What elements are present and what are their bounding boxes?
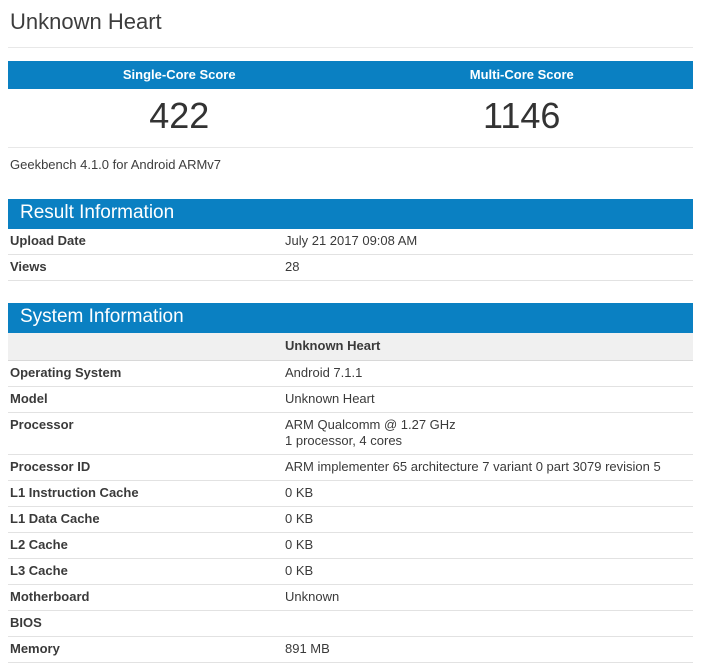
row-label: Memory — [8, 636, 283, 663]
row-value — [283, 610, 693, 637]
table-row: Views 28 — [8, 254, 693, 281]
row-value: 28 — [283, 254, 693, 281]
table-row: Model Unknown Heart — [8, 386, 693, 413]
table-row: Motherboard Unknown — [8, 584, 693, 611]
row-value: July 21 2017 09:08 AM — [283, 229, 693, 255]
table-row: L1 Data Cache 0 KB — [8, 506, 693, 533]
row-value: 0 KB — [283, 558, 693, 585]
table-row: L3 Cache 0 KB — [8, 558, 693, 585]
row-value: 0 KB — [283, 532, 693, 559]
device-name-subheader: Unknown Heart — [283, 333, 693, 361]
row-value: Android 7.1.1 — [283, 360, 693, 387]
row-label: Processor — [8, 412, 283, 455]
row-label: Processor ID — [8, 454, 283, 481]
table-row: Memory 891 MB — [8, 636, 693, 663]
multi-core-score-label: Multi-Core Score — [469, 67, 574, 82]
title-divider — [8, 47, 693, 48]
table-row: L2 Cache 0 KB — [8, 532, 693, 559]
row-value: 891 MB — [283, 636, 693, 663]
system-information-section: System Information Unknown Heart Operati… — [8, 303, 693, 663]
subheader-empty-cell — [8, 333, 283, 361]
multi-core-score-value: 1146 — [483, 95, 561, 136]
row-value: Unknown Heart — [283, 386, 693, 413]
row-value: Unknown — [283, 584, 693, 611]
table-row: Processor ARM Qualcomm @ 1.27 GHz 1 proc… — [8, 412, 693, 455]
table-row: Upload Date July 21 2017 09:08 AM — [8, 229, 693, 255]
row-label: Operating System — [8, 360, 283, 387]
row-label: L1 Instruction Cache — [8, 480, 283, 507]
table-row: Operating System Android 7.1.1 — [8, 360, 693, 387]
single-core-score-label: Single-Core Score — [122, 67, 236, 82]
table-subheader-row: Unknown Heart — [8, 333, 693, 361]
row-value: 0 KB — [283, 506, 693, 533]
result-information-table: Upload Date July 21 2017 09:08 AM Views … — [8, 229, 693, 281]
row-label: L1 Data Cache — [8, 506, 283, 533]
row-label: Views — [8, 254, 283, 281]
row-label: Motherboard — [8, 584, 283, 611]
score-values: 422 1146 — [8, 89, 693, 147]
row-label: L2 Cache — [8, 532, 283, 559]
result-information-header: Result Information — [8, 199, 693, 229]
table-row: Processor ID ARM implementer 65 architec… — [8, 454, 693, 481]
system-information-table: Unknown Heart Operating System Android 7… — [8, 333, 693, 663]
row-value: ARM Qualcomm @ 1.27 GHz 1 processor, 4 c… — [283, 412, 693, 455]
page-container: Unknown Heart Single-Core Score Multi-Co… — [0, 0, 701, 663]
system-information-header: System Information — [8, 303, 693, 333]
row-label: Upload Date — [8, 229, 283, 255]
row-value: 0 KB — [283, 480, 693, 507]
result-information-section: Result Information Upload Date July 21 2… — [8, 199, 693, 281]
row-value: ARM implementer 65 architecture 7 varian… — [283, 454, 693, 481]
geekbench-version-text: Geekbench 4.1.0 for Android ARMv7 — [10, 157, 222, 172]
row-label: Model — [8, 386, 283, 413]
row-label: L3 Cache — [8, 558, 283, 585]
score-banner: Single-Core Score Multi-Core Score — [8, 61, 693, 89]
table-row: L1 Instruction Cache 0 KB — [8, 480, 693, 507]
single-core-score-value: 422 — [149, 95, 210, 136]
page-title: Unknown Heart — [10, 9, 162, 34]
table-row: BIOS — [8, 610, 693, 637]
row-label: BIOS — [8, 610, 283, 637]
